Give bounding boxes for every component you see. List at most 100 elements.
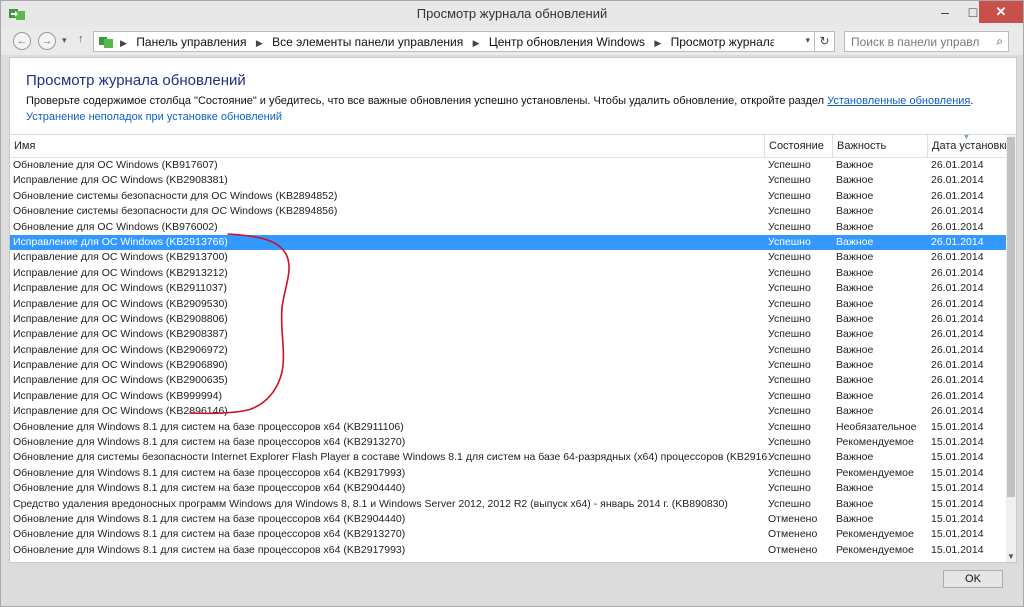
importance-cell: Важное [836,281,928,297]
page-title: Просмотр журнала обновлений [26,72,246,89]
table-row[interactable]: Исправление для ОС Windows (KB2909530) Ус… [10,296,1006,312]
status-cell: Успешно [768,404,834,420]
table-row[interactable]: Исправление для ОС Windows (KB2906972) Ус… [10,342,1006,359]
importance-cell: Рекомендуемое [836,435,928,451]
installed-updates-link[interactable]: Установленные обновления [827,95,970,107]
table-row[interactable]: Обновление для Windows 8.1 для систем на… [10,511,1006,528]
table-row[interactable]: Исправление для ОС Windows (KB2908381) Ус… [10,173,1006,189]
status-cell: Успешно [768,265,834,282]
install-date-cell: 15.01.2014 [931,481,1006,497]
importance-cell: Важное [836,450,928,466]
importance-cell: Важное [836,496,928,512]
table-row[interactable]: Исправление для ОС Windows (KB999994) Усп… [10,388,1006,405]
breadcrumb-control-panel[interactable]: Панель управления [136,35,246,49]
importance-cell: Важное [836,265,928,282]
importance-cell: Важное [836,158,928,174]
troubleshoot-link[interactable]: Устранение неполадок при установке обнов… [26,111,282,123]
ok-button[interactable]: OK [943,570,1003,588]
status-cell: Отменено [768,527,834,543]
table-row[interactable]: Обновление для ОС Windows (KB976002) Успе… [10,219,1006,235]
status-cell: Успешно [768,311,834,328]
close-button[interactable]: ✕ [979,1,1023,23]
status-cell: Успешно [768,219,834,235]
install-date-cell: 15.01.2014 [931,496,1006,512]
table-row[interactable]: Обновление системы безопасности для ОС W… [10,188,1006,205]
table-body: Обновление для ОС Windows (KB917607) Успе… [10,158,1006,559]
importance-cell: Важное [836,481,928,497]
status-cell: Отменено [768,511,834,528]
back-button[interactable]: ← [13,32,31,50]
install-date-cell: 26.01.2014 [931,296,1006,312]
column-header-name[interactable]: Имя [10,140,35,152]
status-cell: Успешно [768,158,834,174]
status-cell: Успешно [768,419,834,436]
breadcrumb-separator[interactable]: ▶ [654,38,661,48]
search-input[interactable] [845,32,985,51]
table-row[interactable]: Обновление для Windows 8.1 для систем на… [10,542,1006,559]
search-icon[interactable]: ⌕ [996,34,1003,49]
table-row[interactable]: Обновление для Windows 8.1 для систем на… [10,527,1006,543]
install-date-cell: 26.01.2014 [931,388,1006,405]
window-title: Просмотр журнала обновлений [416,6,608,21]
install-date-cell: 26.01.2014 [931,250,1006,266]
status-cell: Успешно [768,234,834,251]
importance-cell: Важное [836,311,928,328]
breadcrumb-update-history[interactable]: Просмотр журнала обновлений [671,35,774,49]
forward-button[interactable]: → [38,32,56,50]
importance-cell: Рекомендуемое [836,542,928,559]
install-date-cell: 26.01.2014 [931,173,1006,189]
table-row[interactable]: Средство удаления вредоносных программ W… [10,496,1006,512]
table-row[interactable]: Исправление для ОС Windows (KB2913700) Ус… [10,250,1006,266]
sort-descending-icon: ▼ [962,134,971,141]
vertical-scrollbar[interactable]: ▼ [1006,135,1016,562]
table-row[interactable]: Обновление для Windows 8.1 для систем на… [10,481,1006,497]
refresh-button[interactable]: ↻ [814,31,835,52]
install-date-cell: 15.01.2014 [931,542,1006,559]
table-row[interactable]: Исправление для ОС Windows (KB2908806) Ус… [10,311,1006,328]
status-cell: Успешно [768,173,834,189]
description-end: . [970,95,974,107]
scrollbar-thumb[interactable] [1007,137,1015,497]
breadcrumb-separator[interactable]: ▶ [473,38,480,48]
search-box[interactable]: ⌕ [844,31,1009,52]
importance-cell: Важное [836,342,928,359]
table-row[interactable]: Обновление для системы безопасности Inte… [10,450,1006,466]
table-row[interactable]: Обновление для Windows 8.1 для систем на… [10,435,1006,451]
address-box[interactable]: ▶ Панель управления ▶ Все элементы панел… [93,31,815,52]
table-row[interactable]: Исправление для ОС Windows (KB2911037) Ус… [10,281,1006,297]
table-row[interactable]: Исправление для ОС Windows (KB2913212) Ус… [10,265,1006,282]
breadcrumb-windows-update[interactable]: Центр обновления Windows [489,35,645,49]
breadcrumb-separator[interactable]: ▶ [256,38,263,48]
column-header-date[interactable]: Дата установки [928,140,1010,152]
install-date-cell: 26.01.2014 [931,234,1006,251]
table-header: Имя Состояние Важность Дата установки ▼ [10,134,1010,158]
table-row[interactable]: Обновление для ОС Windows (KB917607) Успе… [10,158,1006,174]
install-date-cell: 26.01.2014 [931,373,1006,389]
table-row[interactable]: Обновление для Windows 8.1 для систем на… [10,419,1006,436]
recent-locations-dropdown[interactable]: ▾ [62,35,67,46]
column-header-importance[interactable]: Важность [833,140,886,152]
table-row[interactable]: Исправление для ОС Windows (KB2908387) Ус… [10,327,1006,343]
table-row[interactable]: Обновление для Windows 8.1 для систем на… [10,465,1006,482]
minimize-button[interactable]: – [931,1,959,23]
address-dropdown-icon[interactable]: ▾ [805,35,810,46]
breadcrumb-all-items[interactable]: Все элементы панели управления [272,35,463,49]
table-row[interactable]: Исправление для ОС Windows (KB2900635) Ус… [10,373,1006,389]
install-date-cell: 26.01.2014 [931,188,1006,205]
status-cell: Успешно [768,388,834,405]
importance-cell: Важное [836,219,928,235]
table-row[interactable]: Исправление для ОС Windows (KB2896146) Ус… [10,404,1006,420]
scroll-down-arrow-icon[interactable]: ▼ [1006,552,1016,561]
up-button[interactable]: ↑ [78,33,84,45]
install-date-cell: 15.01.2014 [931,419,1006,436]
table-row[interactable]: Исправление для ОС Windows (KB2913766) Ус… [10,234,1006,251]
table-row[interactable]: Обновление системы безопасности для ОС W… [10,204,1006,220]
install-date-cell: 26.01.2014 [931,342,1006,359]
breadcrumb-separator: ▶ [120,38,127,48]
status-cell: Успешно [768,327,834,343]
importance-cell: Важное [836,204,928,220]
importance-cell: Важное [836,388,928,405]
column-header-status[interactable]: Состояние [765,140,824,152]
table-row[interactable]: Исправление для ОС Windows (KB2906890) Ус… [10,358,1006,374]
importance-cell: Важное [836,404,928,420]
